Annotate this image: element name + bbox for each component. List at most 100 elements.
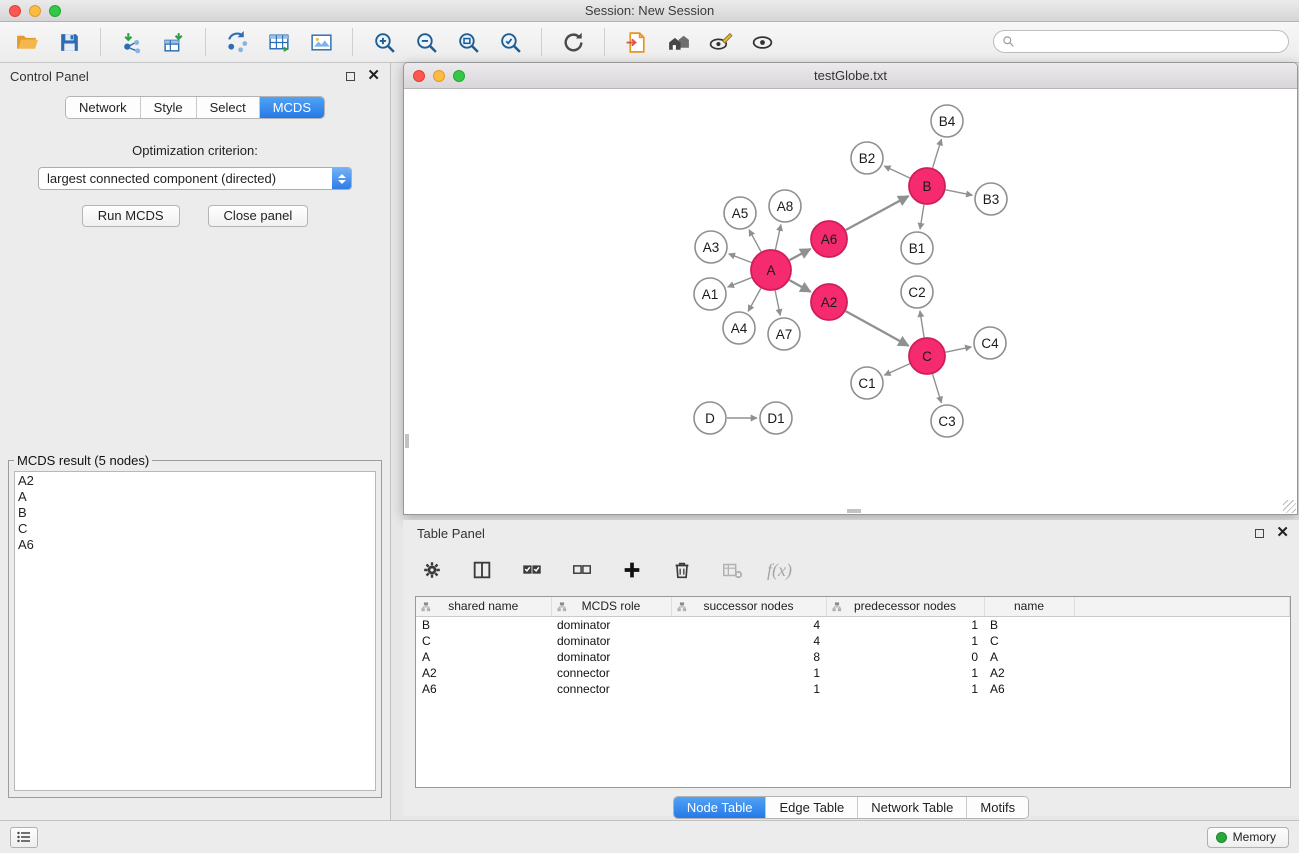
export-table-icon[interactable] xyxy=(264,27,294,57)
graph-edge[interactable] xyxy=(728,278,752,287)
graph-node-C[interactable]: C xyxy=(909,338,945,374)
import-table-icon[interactable] xyxy=(159,27,189,57)
graph-edge[interactable] xyxy=(775,291,780,316)
table-row[interactable]: Adominator80A xyxy=(416,649,1290,665)
graph-node-B2[interactable]: B2 xyxy=(851,142,883,174)
graph-node-A2[interactable]: A2 xyxy=(811,284,847,320)
graph-edge[interactable] xyxy=(946,347,972,352)
graph-edge[interactable] xyxy=(790,249,811,260)
network-close-icon[interactable] xyxy=(413,70,425,82)
graph-node-A8[interactable]: A8 xyxy=(769,190,801,222)
graph-edge[interactable] xyxy=(884,364,909,375)
resize-grip[interactable] xyxy=(1283,500,1296,513)
open-session-icon[interactable] xyxy=(12,27,42,57)
zoom-out-icon[interactable] xyxy=(411,27,441,57)
graph-node-A4[interactable]: A4 xyxy=(723,312,755,344)
graph-node-D1[interactable]: D1 xyxy=(760,402,792,434)
graph-node-C1[interactable]: C1 xyxy=(851,367,883,399)
columns-icon[interactable] xyxy=(467,555,497,585)
show-details-icon[interactable] xyxy=(705,27,735,57)
hide-details-icon[interactable] xyxy=(747,27,777,57)
clear-table-icon[interactable] xyxy=(717,555,747,585)
table-row[interactable]: A2connector11A2 xyxy=(416,665,1290,681)
close-panel-icon[interactable]: ✕ xyxy=(367,70,380,82)
select-all-icon[interactable] xyxy=(517,555,547,585)
network-maximize-icon[interactable] xyxy=(453,70,465,82)
minimize-window-icon[interactable] xyxy=(29,5,41,17)
run-mcds-button[interactable]: Run MCDS xyxy=(82,205,180,227)
tab-network[interactable]: Network xyxy=(66,97,141,118)
add-row-icon[interactable] xyxy=(617,555,647,585)
graph-edge[interactable] xyxy=(749,230,761,252)
graph-node-A[interactable]: A xyxy=(751,250,791,290)
float-panel-icon[interactable] xyxy=(346,72,355,81)
graph-edge[interactable] xyxy=(933,374,942,403)
network-graph[interactable]: B4B2BB3A5A8A6A3B1AC2A1A2A4A7C4CC1DD1C3 xyxy=(404,89,1297,513)
save-session-icon[interactable] xyxy=(54,27,84,57)
table-row[interactable]: Cdominator41C xyxy=(416,633,1290,649)
maximize-window-icon[interactable] xyxy=(49,5,61,17)
graph-node-B[interactable]: B xyxy=(909,168,945,204)
graph-edge[interactable] xyxy=(946,190,973,195)
close-table-panel-icon[interactable]: ✕ xyxy=(1276,527,1289,539)
graph-node-C3[interactable]: C3 xyxy=(931,405,963,437)
export-network-icon[interactable] xyxy=(222,27,252,57)
function-builder-icon[interactable]: f(x) xyxy=(767,560,792,581)
node-table-container[interactable]: shared name MCDS role successor nodes pr… xyxy=(415,596,1291,788)
optimization-criterion-dropdown[interactable]: largest connected component (directed) xyxy=(38,167,352,190)
open-document-icon[interactable] xyxy=(621,27,651,57)
network-window-titlebar[interactable]: testGlobe.txt xyxy=(404,63,1297,89)
table-row[interactable]: Bdominator41B xyxy=(416,616,1290,633)
graph-node-B4[interactable]: B4 xyxy=(931,105,963,137)
graph-node-D[interactable]: D xyxy=(694,402,726,434)
column-header[interactable]: shared name xyxy=(416,597,551,616)
graph-node-A3[interactable]: A3 xyxy=(695,231,727,263)
tab-node-table[interactable]: Node Table xyxy=(674,797,767,818)
graph-edge[interactable] xyxy=(775,225,780,250)
tab-edge-table[interactable]: Edge Table xyxy=(766,797,858,818)
graph-node-B3[interactable]: B3 xyxy=(975,183,1007,215)
tab-network-table[interactable]: Network Table xyxy=(858,797,967,818)
graph-edge[interactable] xyxy=(789,280,810,292)
zoom-in-icon[interactable] xyxy=(369,27,399,57)
table-row[interactable]: A6connector11A6 xyxy=(416,681,1290,697)
unselect-all-icon[interactable] xyxy=(567,555,597,585)
gear-icon[interactable] xyxy=(417,555,447,585)
tab-select[interactable]: Select xyxy=(197,97,260,118)
graph-node-C4[interactable]: C4 xyxy=(974,327,1006,359)
search-input[interactable] xyxy=(1020,33,1288,51)
horizontal-scroll-indicator[interactable] xyxy=(847,509,861,513)
export-image-icon[interactable] xyxy=(306,27,336,57)
tab-mcds[interactable]: MCDS xyxy=(260,97,324,118)
result-item[interactable]: B xyxy=(18,505,372,521)
mcds-result-list[interactable]: A2ABCA6 xyxy=(14,471,376,791)
memory-button[interactable]: Memory xyxy=(1207,827,1289,848)
network-canvas[interactable]: B4B2BB3A5A8A6A3B1AC2A1A2A4A7C4CC1DD1C3 xyxy=(404,89,1297,514)
graph-edge[interactable] xyxy=(846,311,909,346)
column-header[interactable]: predecessor nodes xyxy=(826,597,984,616)
column-header[interactable]: successor nodes xyxy=(671,597,826,616)
tab-motifs[interactable]: Motifs xyxy=(967,797,1028,818)
column-header[interactable]: name xyxy=(984,597,1074,616)
graph-edge[interactable] xyxy=(884,166,910,178)
graph-node-A7[interactable]: A7 xyxy=(768,318,800,350)
float-table-panel-icon[interactable] xyxy=(1255,529,1264,538)
graph-edge[interactable] xyxy=(920,311,924,337)
close-window-icon[interactable] xyxy=(9,5,21,17)
task-history-button[interactable] xyxy=(10,827,38,848)
graph-edge[interactable] xyxy=(729,254,752,263)
result-item[interactable]: C xyxy=(18,521,372,537)
graph-edge[interactable] xyxy=(933,139,942,168)
result-item[interactable]: A xyxy=(18,489,372,505)
delete-row-icon[interactable] xyxy=(667,555,697,585)
zoom-fit-icon[interactable] xyxy=(453,27,483,57)
graph-node-C2[interactable]: C2 xyxy=(901,276,933,308)
vertical-scroll-indicator[interactable] xyxy=(405,434,409,448)
graph-edge[interactable] xyxy=(846,196,909,230)
graph-node-A5[interactable]: A5 xyxy=(724,197,756,229)
graph-node-A1[interactable]: A1 xyxy=(694,278,726,310)
network-minimize-icon[interactable] xyxy=(433,70,445,82)
graph-node-B1[interactable]: B1 xyxy=(901,232,933,264)
graph-edge[interactable] xyxy=(920,205,924,229)
refresh-layout-icon[interactable] xyxy=(558,27,588,57)
